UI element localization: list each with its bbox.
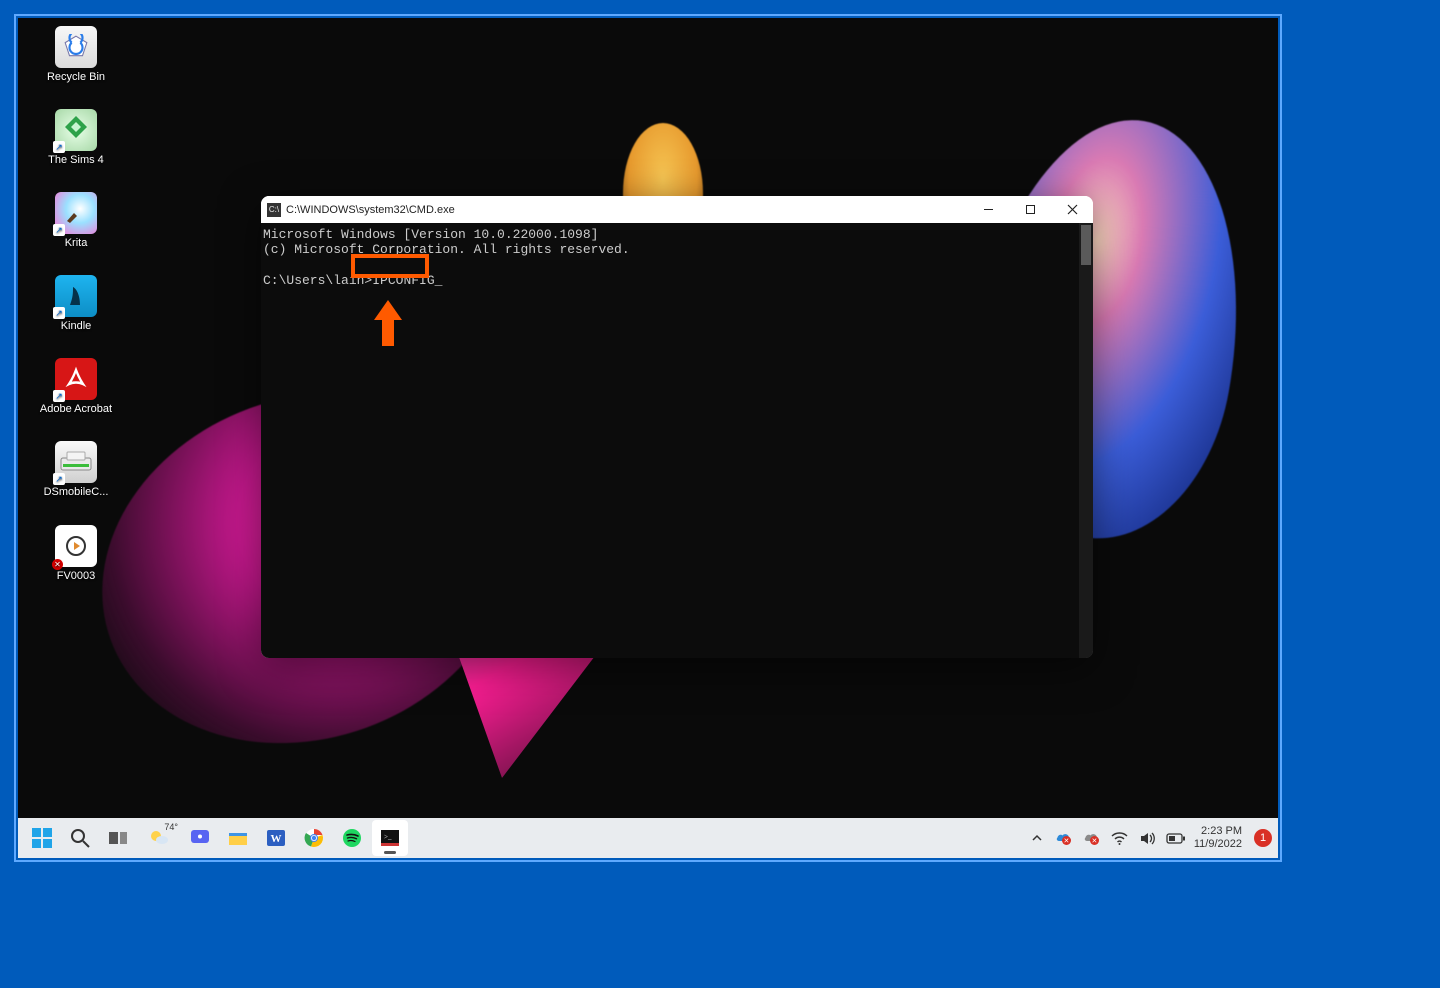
notifications-button[interactable]: 1 [1254, 829, 1272, 847]
svg-text:W: W [271, 833, 282, 845]
chat-button[interactable] [182, 820, 218, 856]
media-file-icon: ✕ [55, 525, 97, 567]
task-view-button[interactable] [100, 820, 136, 856]
shortcut-badge-icon: ↗ [53, 390, 65, 402]
desktop-icon-kindle[interactable]: ↗ Kindle [36, 275, 116, 332]
desktop[interactable]: Recycle Bin ↗ The Sims 4 ↗ Krita ↗ Kindl… [18, 18, 1278, 858]
weather-widget[interactable]: 74° [138, 820, 180, 856]
acrobat-icon: ↗ [55, 358, 97, 400]
cmd-taskbar-button[interactable]: >_ [372, 820, 408, 856]
desktop-icon-dsmobile[interactable]: ↗ DSmobileC... [36, 441, 116, 498]
icon-label: Krita [65, 237, 88, 249]
tray-onedrive-icon[interactable]: ✕ [1082, 828, 1102, 848]
shortcut-badge-icon: ↗ [53, 141, 65, 153]
icon-label: FV0003 [57, 570, 96, 582]
tray-error-badge: ✕ [1090, 836, 1099, 845]
cmd-output-line: Microsoft Windows [Version 10.0.22000.10… [263, 227, 598, 242]
cmd-terminal-body[interactable]: Microsoft Windows [Version 10.0.22000.10… [261, 223, 1093, 658]
word-button[interactable]: W [258, 820, 294, 856]
cmd-titlebar-icon: C:\ [267, 203, 281, 217]
icon-label: The Sims 4 [48, 154, 104, 166]
minimize-button[interactable] [967, 196, 1009, 223]
desktop-icon-acrobat[interactable]: ↗ Adobe Acrobat [36, 358, 116, 415]
cmd-typed-command: IPCONFIG [372, 273, 434, 288]
icon-label: Recycle Bin [47, 71, 105, 83]
shortcut-badge-icon: ↗ [53, 473, 65, 485]
icon-label: DSmobileC... [44, 486, 109, 498]
taskbar: 74° W >_ ✕ [18, 818, 1278, 858]
desktop-icon-sims4[interactable]: ↗ The Sims 4 [36, 109, 116, 166]
cmd-output-line: (c) Microsoft Corporation. All rights re… [263, 242, 630, 257]
desktop-icon-fv0003[interactable]: ✕ FV0003 [36, 525, 116, 582]
cmd-window[interactable]: C:\ C:\WINDOWS\system32\CMD.exe Microsof… [261, 196, 1093, 658]
sims4-icon: ↗ [55, 109, 97, 151]
clock-date: 11/9/2022 [1194, 838, 1242, 851]
cmd-title: C:\WINDOWS\system32\CMD.exe [286, 204, 455, 216]
icon-label: Kindle [61, 320, 92, 332]
cmd-titlebar[interactable]: C:\ C:\WINDOWS\system32\CMD.exe [261, 196, 1093, 223]
desktop-icon-krita[interactable]: ↗ Krita [36, 192, 116, 249]
notif-count: 1 [1260, 832, 1266, 844]
spotify-button[interactable] [334, 820, 370, 856]
shortcut-badge-icon: ↗ [53, 307, 65, 319]
cmd-scroll-thumb[interactable] [1081, 225, 1091, 265]
icon-label: Adobe Acrobat [40, 403, 112, 415]
chrome-button[interactable] [296, 820, 332, 856]
krita-icon: ↗ [55, 192, 97, 234]
tray-battery-icon[interactable] [1166, 828, 1186, 848]
clock-time: 2:23 PM [1194, 825, 1242, 838]
scanner-icon: ↗ [55, 441, 97, 483]
cmd-prompt-prefix: C:\Users\lain [263, 273, 364, 288]
cmd-cursor: _ [435, 273, 443, 288]
maximize-button[interactable] [1009, 196, 1051, 223]
taskbar-clock[interactable]: 2:23 PM 11/9/2022 [1194, 825, 1246, 850]
tray-overflow-button[interactable] [1028, 820, 1046, 856]
svg-text:>_: >_ [384, 833, 392, 841]
recycle-bin-icon [55, 26, 97, 68]
file-explorer-button[interactable] [220, 820, 256, 856]
desktop-icons: Recycle Bin ↗ The Sims 4 ↗ Krita ↗ Kindl… [36, 26, 116, 582]
tray-onedrive-icon[interactable]: ✕ [1054, 828, 1074, 848]
kindle-icon: ↗ [55, 275, 97, 317]
start-button[interactable] [24, 820, 60, 856]
shortcut-badge-icon: ↗ [53, 224, 65, 236]
tray-volume-icon[interactable] [1138, 828, 1158, 848]
tray-wifi-icon[interactable] [1110, 828, 1130, 848]
desktop-icon-recycle-bin[interactable]: Recycle Bin [36, 26, 116, 83]
tray-error-badge: ✕ [1062, 836, 1071, 845]
error-badge-icon: ✕ [52, 559, 63, 570]
cmd-scrollbar[interactable] [1079, 223, 1093, 658]
search-button[interactable] [62, 820, 98, 856]
weather-temp: 74° [164, 822, 178, 832]
system-tray: ✕ ✕ 2:23 PM 11/9/2022 1 [1028, 820, 1272, 856]
close-button[interactable] [1051, 196, 1093, 223]
